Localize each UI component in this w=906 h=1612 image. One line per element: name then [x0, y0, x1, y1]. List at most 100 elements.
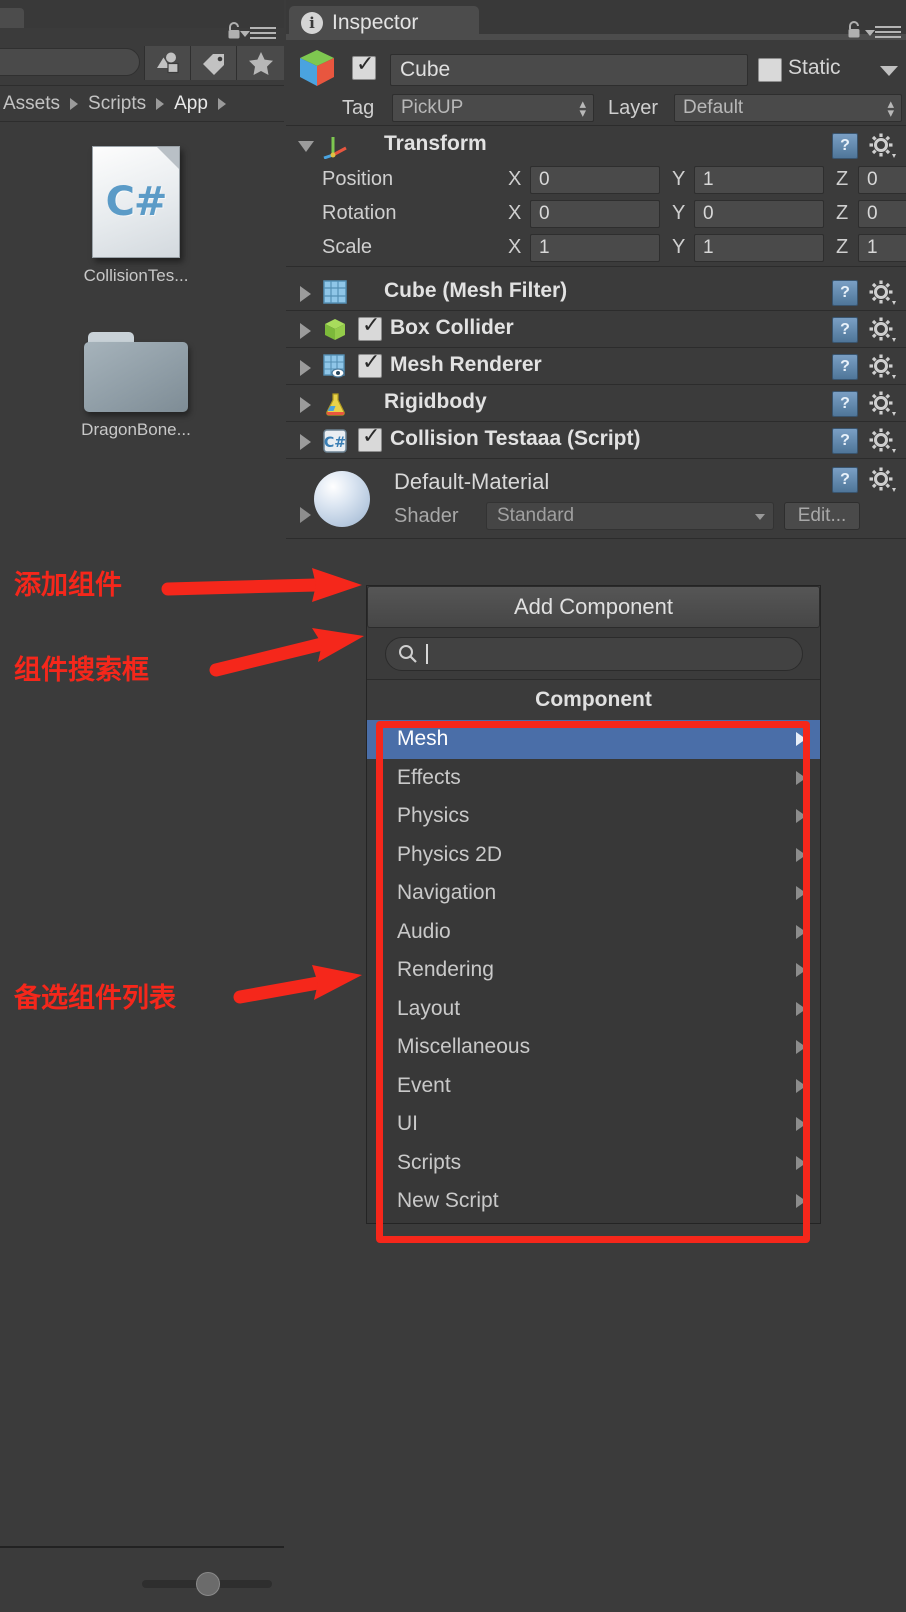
component-title: Cube (Mesh Filter): [384, 279, 568, 302]
gear-icon[interactable]: [868, 466, 898, 494]
axis-z-label: Z: [836, 202, 849, 224]
zoom-slider-handle[interactable]: [196, 1572, 220, 1596]
component-rigidbody[interactable]: Rigidbody ?: [286, 385, 906, 422]
favorites-filter-icon[interactable]: [236, 46, 284, 80]
menu-item-label: Effects: [397, 765, 461, 789]
help-book-icon[interactable]: ?: [832, 391, 858, 417]
chevron-down-icon[interactable]: [865, 30, 875, 36]
component-header[interactable]: Cube (Mesh Filter) ?: [286, 274, 906, 310]
gear-icon[interactable]: [868, 279, 898, 307]
panel-menu-icon[interactable]: [875, 26, 901, 40]
text-cursor: [425, 643, 428, 664]
component-enabled-checkbox[interactable]: [358, 350, 382, 378]
component-title: Mesh Renderer: [390, 353, 542, 376]
panel-menu-icon[interactable]: [250, 27, 276, 41]
breadcrumb-item-app[interactable]: App: [171, 93, 211, 115]
transform-header[interactable]: Transform ?: [286, 127, 906, 163]
help-book-icon[interactable]: ?: [832, 317, 858, 343]
component-mesh-renderer[interactable]: Mesh Renderer ?: [286, 348, 906, 385]
edit-shader-button[interactable]: Edit...: [784, 502, 860, 530]
project-panel: Assets Scripts App C# CollisionTes... Dr…: [0, 0, 284, 1612]
foldout-arrow-icon[interactable]: [298, 141, 314, 152]
foldout-arrow-icon[interactable]: [300, 507, 311, 523]
tag-dropdown[interactable]: PickUP ▴ ▾: [392, 94, 594, 122]
menu-item-effects[interactable]: Effects: [367, 759, 820, 798]
rotation-z-field[interactable]: 0: [858, 200, 906, 228]
menu-item-ui[interactable]: UI: [367, 1105, 820, 1144]
tab-inspector[interactable]: i Inspector: [289, 6, 479, 40]
menu-item-rendering[interactable]: Rendering: [367, 951, 820, 990]
tag-layer-row: Tag PickUP ▴ ▾ Layer Default ▴ ▾: [286, 92, 906, 126]
lock-icon[interactable]: [846, 21, 862, 39]
static-checkbox[interactable]: [758, 58, 782, 82]
foldout-arrow-icon[interactable]: [300, 286, 311, 302]
component-header[interactable]: Mesh Renderer ?: [286, 348, 906, 384]
chevron-down-icon[interactable]: [240, 31, 250, 37]
label-filter-icon[interactable]: [190, 46, 236, 80]
foldout-arrow-icon[interactable]: [300, 323, 311, 339]
scale-x-field[interactable]: 1: [530, 234, 660, 262]
add-component-panel: Add Component Component Mesh Effects Phy…: [366, 585, 821, 1224]
gear-icon[interactable]: [868, 390, 898, 418]
layer-dropdown[interactable]: Default ▴ ▾: [674, 94, 902, 122]
component-menu-list: Mesh Effects Physics Physics 2D Navigati…: [367, 720, 820, 1223]
component-collision-testaaa-script[interactable]: C# Collision Testaaa (Script) ?: [286, 422, 906, 459]
foldout-arrow-icon[interactable]: [300, 397, 311, 413]
menu-item-scripts[interactable]: Scripts: [367, 1144, 820, 1183]
list-item[interactable]: DragonBone...: [56, 318, 216, 440]
component-mesh-filter[interactable]: Cube (Mesh Filter) ?: [286, 274, 906, 311]
component-enabled-checkbox[interactable]: [358, 313, 382, 341]
menu-item-miscellaneous[interactable]: Miscellaneous: [367, 1028, 820, 1067]
gear-icon[interactable]: [868, 132, 898, 160]
menu-item-mesh[interactable]: Mesh: [367, 720, 820, 759]
help-book-icon[interactable]: ?: [832, 280, 858, 306]
help-book-icon[interactable]: ?: [832, 428, 858, 454]
foldout-arrow-icon[interactable]: [300, 434, 311, 450]
menu-item-label: Rendering: [397, 958, 494, 982]
component-search-box[interactable]: [384, 636, 803, 671]
mesh-filter-icon: [322, 280, 350, 306]
gear-icon[interactable]: [868, 353, 898, 381]
type-filter-icon[interactable]: [144, 46, 190, 80]
gameobject-name-field[interactable]: Cube: [390, 54, 748, 86]
scale-z-field[interactable]: 1: [858, 234, 906, 262]
static-dropdown-chevron-icon[interactable]: [880, 66, 898, 76]
scale-y-field[interactable]: 1: [694, 234, 824, 262]
help-book-icon[interactable]: ?: [832, 133, 858, 159]
help-book-icon[interactable]: ?: [832, 467, 858, 493]
position-x-field[interactable]: 0: [530, 166, 660, 194]
position-z-field[interactable]: 0: [858, 166, 906, 194]
help-book-icon[interactable]: ?: [832, 354, 858, 380]
asset-label: DragonBone...: [81, 420, 191, 439]
foldout-arrow-icon[interactable]: [300, 360, 311, 376]
axis-y-label: Y: [672, 168, 686, 190]
shader-dropdown[interactable]: Standard: [486, 502, 774, 530]
scale-label: Scale: [322, 236, 373, 258]
component-header[interactable]: C# Collision Testaaa (Script) ?: [286, 422, 906, 458]
project-search-input[interactable]: [0, 48, 140, 76]
menu-item-event[interactable]: Event: [367, 1067, 820, 1106]
annotation-arrow-add-component: [161, 568, 362, 602]
component-header[interactable]: Rigidbody ?: [286, 385, 906, 421]
gameobject-enabled-checkbox[interactable]: [352, 52, 376, 80]
component-header[interactable]: Box Collider ?: [286, 311, 906, 347]
gear-icon[interactable]: [868, 427, 898, 455]
shader-label: Shader: [394, 505, 459, 527]
breadcrumb: Assets Scripts App: [0, 86, 284, 122]
gear-icon[interactable]: [868, 316, 898, 344]
menu-item-layout[interactable]: Layout: [367, 990, 820, 1029]
menu-item-new-script[interactable]: New Script: [367, 1182, 820, 1221]
menu-item-physics[interactable]: Physics: [367, 797, 820, 836]
breadcrumb-item-scripts[interactable]: Scripts: [85, 93, 149, 115]
menu-item-audio[interactable]: Audio: [367, 913, 820, 952]
menu-item-physics-2d[interactable]: Physics 2D: [367, 836, 820, 875]
rotation-x-field[interactable]: 0: [530, 200, 660, 228]
menu-item-navigation[interactable]: Navigation: [367, 874, 820, 913]
component-box-collider[interactable]: Box Collider ?: [286, 311, 906, 348]
breadcrumb-item-assets[interactable]: Assets: [0, 93, 63, 115]
component-enabled-checkbox[interactable]: [358, 424, 382, 452]
add-component-button[interactable]: Add Component: [367, 586, 820, 628]
list-item[interactable]: C# CollisionTes...: [56, 146, 216, 286]
rotation-y-field[interactable]: 0: [694, 200, 824, 228]
position-y-field[interactable]: 1: [694, 166, 824, 194]
